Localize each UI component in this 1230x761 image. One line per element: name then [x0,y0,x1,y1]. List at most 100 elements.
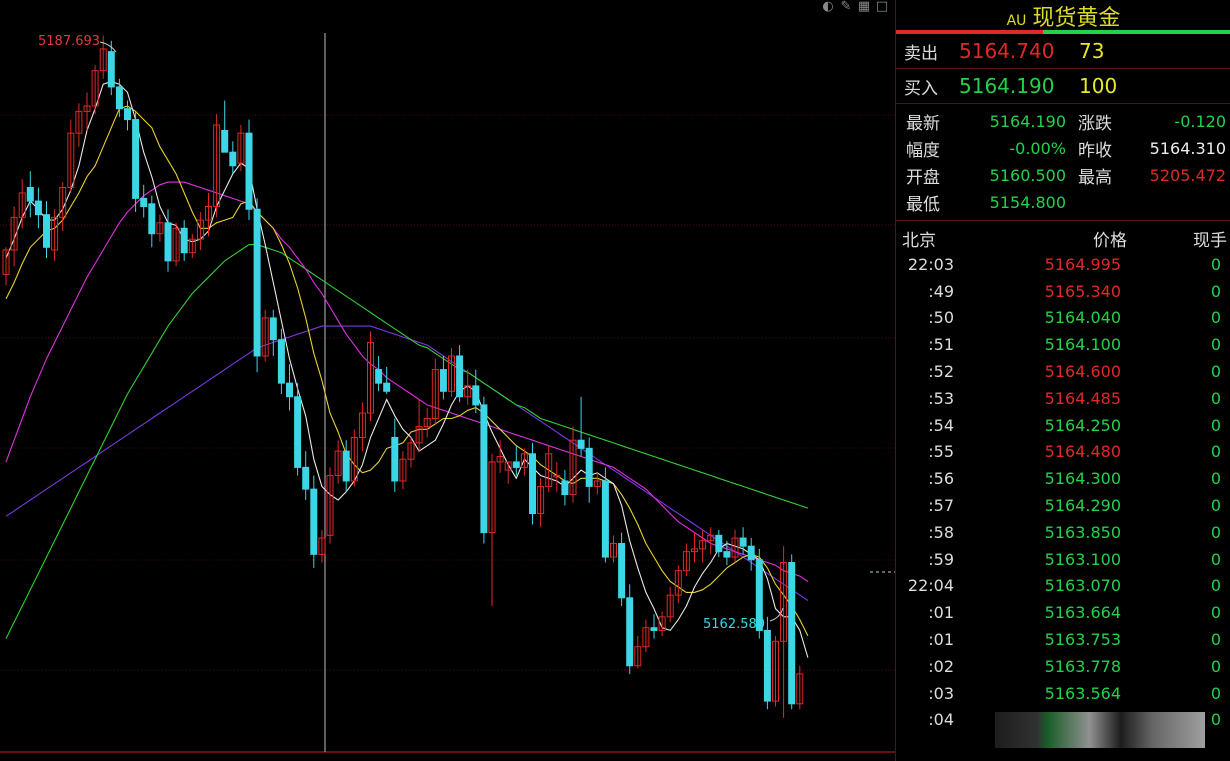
candle-body [148,203,156,235]
tick-price: 5163.664 [1044,603,1121,623]
tick-price: 5164.600 [1044,362,1121,382]
tick-time: :49 [928,281,954,301]
tick-volume: 0 [1210,281,1221,301]
stat-value: 5154.800 [989,193,1066,212]
candle-body [375,369,383,384]
tick-list[interactable]: 22:03 5164.995 0:49 5165.340 0:50 5164.040 0:5… [896,251,1230,733]
tick-price: 5164.485 [1044,388,1121,408]
candle-body [245,132,253,210]
tick-header-price: 价格 [1093,230,1127,251]
candle-body [723,551,731,558]
candle-body [342,450,350,482]
candle-body [302,466,310,490]
tick-volume: 0 [1210,362,1221,382]
stats-block: 最新 5164.190 涨跌 -0.120 幅度 -0.00% 昨收 5164.310 开盘… [896,104,1230,221]
pencil-icon[interactable]: ✎ [839,0,853,14]
tick-row: :53 5164.485 0 [896,385,1230,412]
buy-volume: 100 [1079,74,1118,98]
candle-body [221,129,229,153]
tick-row: :49 5165.340 0 [896,278,1230,305]
kline-chart-svg[interactable] [0,0,895,761]
candle-body [132,119,140,199]
buy-row: 买入 5164.190 100 [896,69,1230,104]
candle-body [383,382,391,392]
moving-average-ma60 [5,325,809,601]
tick-time: :58 [928,522,954,542]
sell-label: 卖出 [904,43,938,64]
tick-row: :52 5164.600 0 [896,358,1230,385]
tick-price: 5164.300 [1044,469,1121,489]
moving-average-ma40 [5,244,809,639]
tick-price: 5163.850 [1044,522,1121,542]
tick-volume: 0 [1210,656,1221,676]
eye-icon[interactable]: ◐ [821,0,835,14]
tick-volume: 0 [1210,388,1221,408]
stat-line: 最新 5164.190 涨跌 -0.120 [896,108,1230,135]
stat-value: 5164.310 [1149,139,1226,158]
tick-time: :51 [928,335,954,355]
tick-time: 22:04 [907,576,954,596]
tick-volume: 0 [1210,469,1221,489]
quote-panel: AU 现货黄金 卖出 5164.740 73 买入 5164.190 100 最新… [895,0,1230,761]
tick-header-volume: 现手 [1193,230,1227,251]
tick-price: 5163.100 [1044,549,1121,569]
stat-key: 最低 [906,195,940,215]
grid-icon[interactable]: ▦ [857,0,871,14]
buy-price: 5164.190 [959,74,1055,98]
candle-body [115,86,123,110]
candle-body [472,385,480,406]
tick-time: :54 [928,415,954,435]
tick-price: 5163.564 [1044,683,1121,703]
tick-row: :01 5163.753 0 [896,626,1230,653]
candle-body [601,480,609,558]
sell-volume: 73 [1079,39,1105,63]
high-price-label: 5187.693 [38,34,101,49]
window-icon[interactable]: □ [875,0,889,14]
tick-header-time: 北京 [902,230,936,251]
tick-time: :01 [928,603,954,623]
candle-body [618,542,626,599]
candle-body [269,317,277,341]
tick-volume: 0 [1210,335,1221,355]
tick-volume: 0 [1210,630,1221,650]
candle-body [456,355,464,398]
tick-time: :04 [928,710,954,730]
tick-price: 5163.753 [1044,630,1121,650]
candle-body [43,214,50,248]
candle-body [626,597,634,667]
tick-time: :01 [928,630,954,650]
tick-time: 22:03 [907,254,954,274]
tick-volume: 0 [1210,683,1221,703]
instrument-name: 现货黄金 [1032,6,1121,31]
tick-row: 22:03 5164.995 0 [896,251,1230,278]
obscured-overlay [995,712,1205,748]
symbol-tag: AU [1006,13,1027,29]
tick-row: :51 5164.100 0 [896,331,1230,358]
stat-line: 最低 5154.800 [896,189,1230,216]
candle-body [439,369,447,392]
moving-average-ma10 [5,105,809,637]
candle-body [124,108,131,121]
tick-row: :55 5164.480 0 [896,439,1230,466]
tick-row: :03 5163.564 0 [896,680,1230,707]
candle-body [585,447,593,487]
tick-time: :55 [928,442,954,462]
candle-body [34,200,42,216]
tick-time: :56 [928,469,954,489]
tick-row: :54 5164.250 0 [896,412,1230,439]
candle-body [107,51,115,88]
tick-price: 5165.340 [1044,281,1121,301]
stat-key: 最新 [906,114,940,134]
candle-body [763,629,771,702]
candle-body [294,396,302,468]
sell-price: 5164.740 [959,39,1055,63]
candle-body [788,562,796,705]
stat-value: 5205.472 [1149,166,1226,185]
tick-time: :52 [928,362,954,382]
kline-chart[interactable]: 5187.693 5162.580 ◐ ✎ ▦ □ [0,0,895,761]
tick-volume: 0 [1210,603,1221,623]
tick-header: 北京 价格 现手 [896,225,1230,251]
tick-price: 5164.290 [1044,496,1121,516]
tick-time: :50 [928,308,954,328]
tick-row: :56 5164.300 0 [896,465,1230,492]
